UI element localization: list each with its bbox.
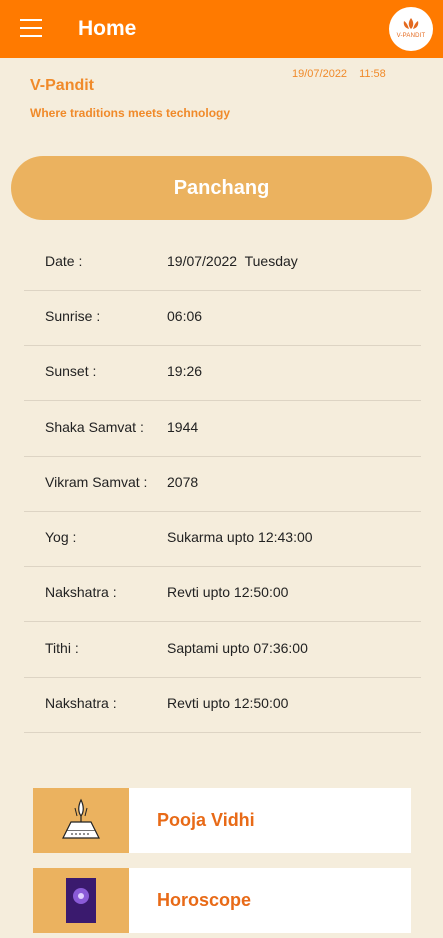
pooja-vidhi-card[interactable]: Pooja Vidhi [33,788,411,853]
horoscope-thumbnail [33,868,129,933]
panchang-row-sunset: Sunset : 19:26 [24,345,421,401]
row-value: 1944 [167,419,199,435]
row-value: Revti upto 12:50:00 [167,695,289,711]
row-value: Saptami upto 07:36:00 [167,640,308,656]
logo-text: V-PANDIT [396,33,426,39]
row-label: Nakshatra : [45,584,117,600]
panchang-row-nakshatra: Nakshatra : Revti upto 12:50:00 [24,566,421,622]
page-title: Home [78,17,137,40]
brand-name: V-Pandit [30,77,95,94]
pooja-thumbnail [33,788,129,853]
row-label: Shaka Samvat : [45,419,144,435]
current-datetime: 19/07/2022 11:58 [292,68,386,80]
panchang-row-date: Date : 19/07/2022 Tuesday [24,235,421,291]
panchang-button[interactable]: Panchang [11,156,432,220]
panchang-row-sunrise: Sunrise : 06:06 [24,290,421,346]
panchang-row-tithi: Tithi : Saptami upto 07:36:00 [24,622,421,678]
row-value: 06:06 [167,308,203,324]
row-label: Nakshatra : [45,695,117,711]
app-bar: Home V-PANDIT [0,0,443,58]
row-label: Yog : [45,529,77,545]
row-value: 2078 [167,474,199,490]
row-label: Tithi : [45,640,79,656]
row-label: Sunset : [45,363,97,379]
current-time: 11:58 [359,68,386,80]
row-label: Sunrise : [45,308,101,324]
panchang-row-vikram-samvat: Vikram Samvat : 2078 [24,456,421,512]
current-date: 19/07/2022 [292,68,348,80]
hamburger-menu-icon[interactable] [20,19,42,37]
card-label: Horoscope [157,890,252,910]
panchang-row-shaka-samvat: Shaka Samvat : 1944 [24,401,421,457]
vpandit-logo[interactable]: V-PANDIT [389,7,433,51]
row-label: Vikram Samvat : [45,474,148,490]
pooja-icon [62,798,100,839]
lotus-icon [403,18,419,29]
row-label: Date : [45,253,83,269]
brand-tagline: Where traditions meets technology [30,106,231,120]
horoscope-icon [66,878,96,923]
panchang-row-nakshatra-2: Nakshatra : Revti upto 12:50:00 [24,677,421,733]
row-value: 19/07/2022 Tuesday [167,253,298,269]
horoscope-card[interactable]: Horoscope [33,868,411,933]
row-value: 19:26 [167,363,203,379]
panchang-row-yog: Yog : Sukarma upto 12:43:00 [24,511,421,567]
card-label: Pooja Vidhi [157,810,255,830]
row-value: Revti upto 12:50:00 [167,584,289,600]
row-value: Sukarma upto 12:43:00 [167,529,313,545]
